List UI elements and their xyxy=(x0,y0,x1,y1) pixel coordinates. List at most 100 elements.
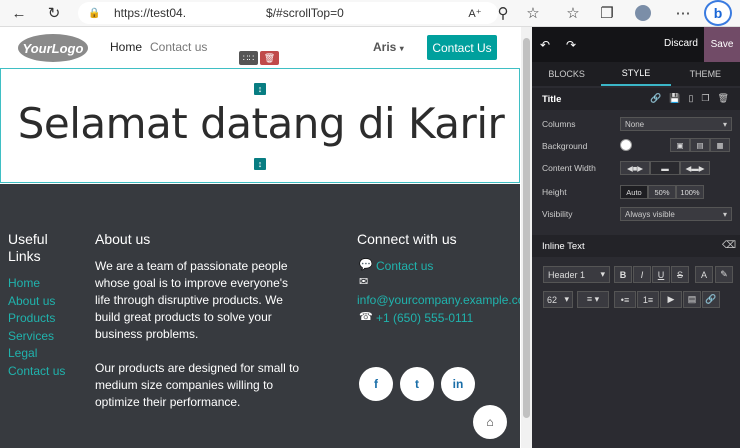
link-icon[interactable]: 🔗 xyxy=(650,93,661,104)
user-menu[interactable]: Aris ▾ xyxy=(373,40,404,54)
height-auto[interactable]: Auto xyxy=(620,185,648,199)
favorites-icon[interactable]: ☆ xyxy=(562,3,584,23)
columns-label: Columns xyxy=(542,119,576,129)
twitter-icon[interactable]: t xyxy=(400,367,434,401)
columns-select[interactable]: None ▾ xyxy=(620,117,732,131)
contact-us-button[interactable]: Contact Us xyxy=(427,35,497,60)
discard-button[interactable]: Discard xyxy=(664,38,698,49)
mobile-icon[interactable]: ▯ xyxy=(688,93,693,104)
eraser-icon[interactable]: ⌫ xyxy=(722,240,736,251)
underline-icon[interactable]: U xyxy=(652,266,670,283)
about-paragraph-1: We are a team of passionate people whose… xyxy=(95,259,289,341)
email-link[interactable]: info@yourcompany.example.com xyxy=(357,292,520,310)
tab-theme[interactable]: THEME xyxy=(671,62,740,86)
footer-link-products[interactable]: Products xyxy=(8,310,65,328)
scrollbar-thumb[interactable] xyxy=(523,38,530,418)
header-style-select[interactable]: Header 1 ▾ xyxy=(543,266,610,283)
more-menu-icon[interactable]: ⋯ xyxy=(672,3,694,23)
background-label: Background xyxy=(542,141,588,151)
user-name: Aris xyxy=(373,40,397,54)
trash-icon[interactable]: 🗑 xyxy=(717,93,728,104)
video-icon[interactable]: ▤ xyxy=(690,138,710,152)
nav-contact[interactable]: Contact us xyxy=(150,40,207,54)
collections-icon[interactable]: ❐ xyxy=(596,3,618,23)
refresh-icon[interactable]: ↻ xyxy=(43,3,65,23)
read-aloud-icon[interactable]: A⁺ xyxy=(464,3,486,23)
link-insert-icon[interactable]: 🔗 xyxy=(702,291,720,308)
content-width-options: ◀■▶ ▬ ◀▬▶ xyxy=(620,161,710,175)
width-full-icon[interactable]: ◀▬▶ xyxy=(680,161,710,175)
resize-bottom-handle-icon[interactable]: ↕ xyxy=(254,158,266,170)
envelope-icon: ✉ xyxy=(359,276,369,288)
footer-link-contact[interactable]: Contact us xyxy=(8,363,65,381)
connect-contact-link[interactable]: Contact us xyxy=(376,258,433,276)
duplicate-icon[interactable]: ❐ xyxy=(701,93,709,104)
address-bar[interactable]: 🔒 https://test04. $/#scrollTop=0 xyxy=(78,2,498,24)
footer-link-about[interactable]: About us xyxy=(8,293,65,311)
home-icon[interactable]: ⌂ xyxy=(473,405,507,439)
bold-icon[interactable]: B xyxy=(614,266,632,283)
media-icon[interactable]: ▶ xyxy=(660,291,682,308)
tab-blocks[interactable]: BLOCKS xyxy=(532,62,601,86)
list-buttons: •≡ 1≡ ▶ ▤ 🔗 xyxy=(614,291,720,308)
linkedin-icon[interactable]: in xyxy=(441,367,475,401)
bing-chat-icon[interactable]: b xyxy=(704,0,732,26)
color-picker-swatch[interactable] xyxy=(620,139,632,151)
zoom-icon[interactable]: ⚲ xyxy=(492,3,514,23)
favorite-add-icon[interactable]: ☆ xyxy=(522,3,544,23)
url-text: https://test04. xyxy=(114,6,187,20)
redo-icon[interactable]: ↷ xyxy=(566,38,576,52)
undo-icon[interactable]: ↶ xyxy=(540,38,550,52)
format-buttons: B I U S xyxy=(614,266,689,283)
phone-link[interactable]: +1 (650) 555-0111 xyxy=(376,310,473,328)
bullet-list-icon[interactable]: •≡ xyxy=(614,291,636,308)
italic-icon[interactable]: I xyxy=(633,266,651,283)
website-canvas: YourLogo Home Contact us Aris ▾ Contact … xyxy=(0,27,520,448)
about-paragraph-2: Our products are designed for small to m… xyxy=(95,361,300,409)
delete-trash-icon[interactable]: 🗑 xyxy=(260,51,279,65)
about-title: About us xyxy=(95,231,151,247)
document-icon[interactable]: ▤ xyxy=(683,291,701,308)
image-icon[interactable]: ▦ xyxy=(710,138,730,152)
save-button[interactable]: Save xyxy=(704,27,740,62)
height-100[interactable]: 100% xyxy=(676,185,704,199)
section-title: Title xyxy=(542,94,562,105)
tab-style[interactable]: STYLE xyxy=(601,62,671,86)
visibility-value: Always visible xyxy=(625,209,675,219)
connect-title: Connect with us xyxy=(357,231,457,247)
visibility-select[interactable]: Always visible ▾ xyxy=(620,207,732,221)
hero-title[interactable]: Selamat datang di Karir xyxy=(1,99,520,148)
chevron-down-icon: ▾ xyxy=(722,209,727,219)
strikethrough-icon[interactable]: S xyxy=(671,266,689,283)
footer-link-services[interactable]: Services xyxy=(8,328,65,346)
lock-icon: 🔒 xyxy=(88,7,101,19)
width-small-icon[interactable]: ◀■▶ xyxy=(620,161,650,175)
highlight-icon[interactable]: ✎ xyxy=(715,266,733,283)
numbered-list-icon[interactable]: 1≡ xyxy=(637,291,659,308)
height-label: Height xyxy=(542,187,567,197)
background-options: ▣ ▤ ▦ xyxy=(670,138,730,152)
save-block-icon[interactable]: 💾 xyxy=(669,93,680,104)
drag-move-icon[interactable]: ∷∷ xyxy=(239,51,258,65)
phone-icon: ☎ xyxy=(359,311,373,323)
profile-avatar-icon[interactable] xyxy=(632,3,654,23)
align-icon[interactable]: ≡ ▾ xyxy=(577,291,609,308)
visibility-label: Visibility xyxy=(542,209,573,219)
font-size-value: 62 xyxy=(547,294,558,305)
footer-link-legal[interactable]: Legal xyxy=(8,345,65,363)
footer-link-home[interactable]: Home xyxy=(8,275,65,293)
block-options: ∷∷ 🗑 xyxy=(239,51,279,65)
site-logo[interactable]: YourLogo xyxy=(18,34,88,62)
resize-top-handle-icon[interactable]: ↕ xyxy=(254,83,266,95)
nav-home[interactable]: Home xyxy=(110,40,142,54)
font-size-select[interactable]: 62 ▾ xyxy=(543,291,573,308)
browser-toolbar: ← ↻ 🔒 https://test04. $/#scrollTop=0 A⁺ … xyxy=(0,0,740,27)
height-50[interactable]: 50% xyxy=(648,185,676,199)
facebook-icon[interactable]: f xyxy=(359,367,393,401)
content-width-label: Content Width xyxy=(542,163,596,173)
font-color-icon[interactable]: A xyxy=(695,266,713,283)
width-medium-icon[interactable]: ▬ xyxy=(650,161,680,175)
back-arrow-icon[interactable]: ← xyxy=(8,3,30,23)
camera-icon[interactable]: ▣ xyxy=(670,138,690,152)
hero-section[interactable]: ↕ Selamat datang di Karir ↕ xyxy=(0,68,520,183)
